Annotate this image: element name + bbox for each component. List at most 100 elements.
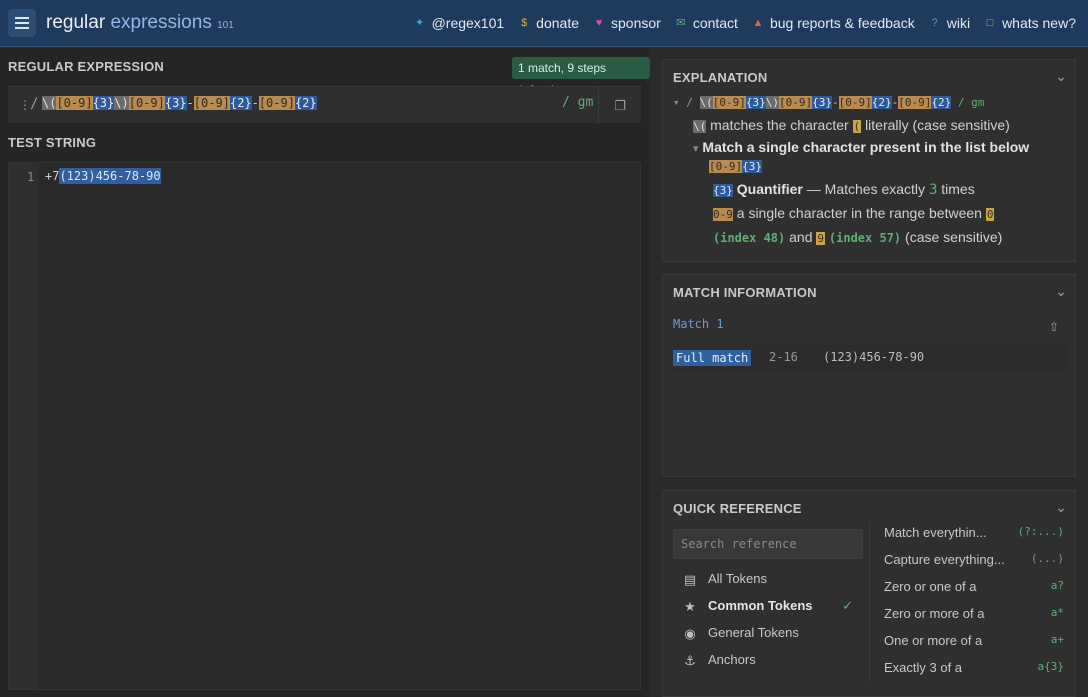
site-logo[interactable]: regular expressions 101 [46, 12, 234, 34]
quick-reference-title: QUICK REFERENCE [673, 501, 802, 516]
reference-item[interactable]: Zero or more of a a* [884, 606, 1064, 633]
chevron-down-icon[interactable]: ⌄ [1055, 68, 1067, 85]
reference-item[interactable]: One or more of a a+ [884, 633, 1064, 660]
test-string-editor[interactable]: 1 +7(123)456-78-90 [8, 162, 641, 690]
regex-token: [0-9] [128, 96, 165, 110]
explanation-text: (case sensitive) [905, 229, 1003, 245]
nav-label: bug reports & feedback [769, 15, 915, 31]
explanation-text: matches the character [710, 117, 849, 133]
chevron-down-icon[interactable]: ⌄ [1055, 499, 1067, 516]
explanation-panel: EXPLANATION ⌄ ▾ / \([0-9]{3}\)[0-9]{3}-[… [662, 59, 1076, 262]
token-char: 0 [985, 208, 995, 221]
regex-input[interactable]: \([0-9]{3}\)[0-9]{3}-[0-9]{2}-[0-9]{2} [42, 96, 317, 110]
copy-icon: ❐ [614, 98, 626, 113]
copy-regex-button[interactable]: ❐ [598, 87, 641, 124]
reference-item-code: (...) [1030, 552, 1064, 565]
regex-token: [0-9] [838, 96, 872, 109]
category-common-tokens[interactable]: ★ Common Tokens ✓ [673, 596, 863, 623]
regex-token: {2} [931, 96, 952, 109]
match-row[interactable]: Full match 2-16 (123)456-78-90 [673, 345, 1067, 371]
warning-icon: ▲ [752, 17, 764, 29]
regex-token: {2} [871, 96, 892, 109]
check-icon: ✓ [842, 598, 853, 613]
regex-token: [0-9] [193, 96, 230, 110]
chevron-down-icon[interactable]: ⌄ [1055, 283, 1067, 300]
regex-token: \( [42, 96, 57, 110]
explanation-regex: \([0-9]{3}\)[0-9]{3}-[0-9]{2}-[0-9]{2} [699, 96, 952, 109]
regex-token: - [251, 96, 259, 110]
test-string-line[interactable]: +7(123)456-78-90 [45, 168, 161, 184]
explanation-line: ▾ Match a single character present in th… [673, 137, 1068, 159]
explanation-line: \( matches the character ( literally (ca… [673, 115, 1068, 137]
explanation-line: [0-9]{3} [673, 159, 1068, 175]
match-information-panel: MATCH INFORMATION ⌄ Match 1 ⇧ Full match… [662, 274, 1076, 477]
anchor-icon: ⚓ [684, 653, 696, 668]
category-general-tokens[interactable]: ◉ General Tokens [673, 623, 863, 650]
token-range: 0-9 [713, 208, 733, 221]
reference-item[interactable]: Match everythin... (?:...) [884, 525, 1064, 552]
nav-wiki-link[interactable]: ? wiki [929, 15, 970, 31]
regex-token: {2} [229, 96, 252, 110]
regex-token: {3} [812, 96, 832, 109]
nav-twitter-link[interactable]: ✦ @regex101 [414, 15, 504, 31]
nav-donate-link[interactable]: $ donate [518, 15, 579, 31]
reference-item[interactable]: Zero or one of a a? [884, 579, 1064, 606]
logo-text-expressions: expressions [110, 12, 212, 33]
mail-icon: ✉ [676, 17, 686, 29]
token-set: [0-9] [709, 160, 743, 173]
explanation-line: {3} Quantifier — Matches exactly 3 times [673, 179, 1068, 201]
regex-token: {3} [164, 96, 187, 110]
explanation-text: times [941, 181, 975, 197]
unmatched-text: +7 [45, 169, 60, 183]
category-label: General Tokens [708, 625, 799, 640]
token-quantifier: {3} [713, 184, 733, 197]
match-range: 2-16 [769, 350, 798, 364]
regex-section-title: REGULAR EXPRESSION [8, 59, 165, 74]
nav-label: contact [692, 15, 738, 31]
nav-sponsor-link[interactable]: ♥ sponsor [593, 15, 661, 31]
target-icon: ◉ [684, 626, 696, 641]
nav-whats-new-link[interactable]: □ whats new? [984, 15, 1076, 31]
nav-label: donate [536, 15, 579, 31]
help-icon: ? [931, 17, 938, 29]
reference-item-code: a{3} [1037, 660, 1065, 673]
category-label: Anchors [708, 652, 756, 667]
line-number: 1 [27, 170, 35, 184]
explanation-text: — Matches exactly [806, 181, 926, 197]
divider [869, 523, 870, 683]
search-reference-input[interactable]: Search reference [673, 529, 863, 559]
category-list: ▤ All Tokens ★ Common Tokens ✓ ◉ General Tok… [673, 569, 863, 677]
hamburger-menu-button[interactable] [8, 9, 36, 37]
regex-input-box[interactable]: ⋮ / \([0-9]{3}\)[0-9]{3}-[0-9]{2}-[0-9]{… [8, 86, 641, 124]
category-anchors[interactable]: ⚓ Anchors [673, 650, 863, 677]
heart-icon: ♥ [595, 17, 603, 29]
explanation-text: literally (case sensitive) [865, 117, 1010, 133]
reference-items: Match everythin... (?:...) Capture everyt… [884, 525, 1064, 687]
nav-label: sponsor [611, 15, 661, 31]
match-count-badge: 1 match, 9 steps (~0ms) [512, 57, 650, 97]
collapse-arrow-icon[interactable]: ▾ [693, 143, 699, 155]
regex-token: [0-9] [56, 96, 93, 110]
category-all-tokens[interactable]: ▤ All Tokens [673, 569, 863, 596]
regex-flags[interactable]: / gm [562, 95, 593, 110]
test-string-title: TEST STRING [8, 135, 97, 150]
token-char: 9 [816, 232, 826, 245]
stack-icon: ▤ [683, 572, 697, 587]
reference-item-label: Zero or one of a [884, 579, 977, 594]
reference-item[interactable]: Exactly 3 of a a{3} [884, 660, 1064, 687]
nav-contact-link[interactable]: ✉ contact [675, 15, 738, 31]
explanation-text: and [789, 229, 813, 245]
regex-token: {3} [92, 96, 115, 110]
reference-item-label: Match everythin... [884, 525, 987, 540]
token-escape: \( [693, 120, 707, 133]
category-label: Common Tokens [708, 598, 813, 613]
regex-token: \) [765, 96, 779, 109]
explanation-line: 0-9 a single character in the range betw… [673, 203, 1068, 225]
share-icon[interactable]: ⇧ [1049, 320, 1059, 334]
reference-item[interactable]: Capture everything... (...) [884, 552, 1064, 579]
collapse-arrow-icon[interactable]: ▾ [673, 96, 680, 109]
regex-token: [0-9] [258, 96, 295, 110]
regex-token: \( [699, 96, 713, 109]
nav-bug-reports-link[interactable]: ▲ bug reports & feedback [752, 15, 915, 31]
top-nav: ✦ @regex101 $ donate ♥ sponsor ✉ contact ▲ bu… [414, 15, 1076, 31]
